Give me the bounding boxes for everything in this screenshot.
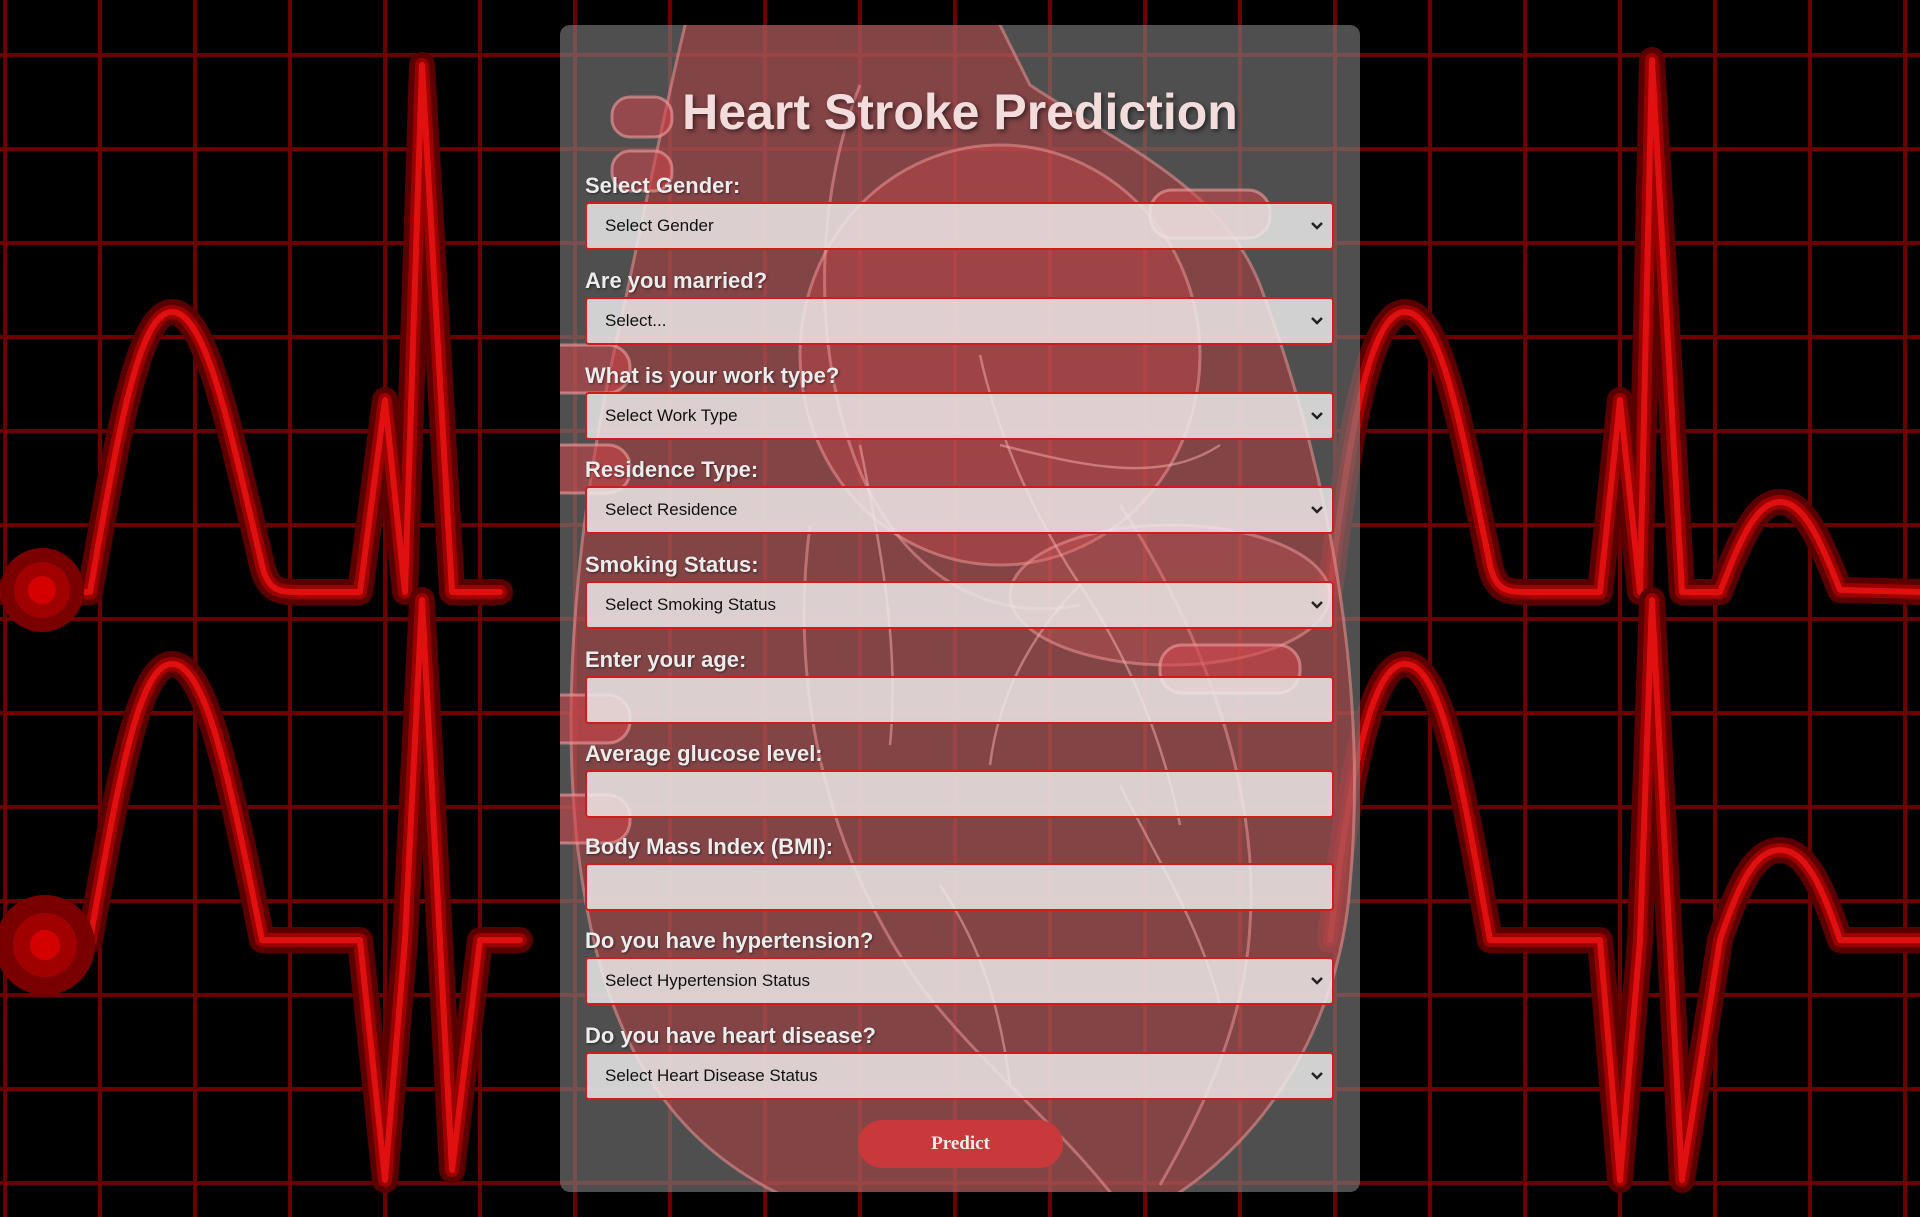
chevron-down-icon bbox=[1311, 222, 1323, 230]
glucose-input[interactable] bbox=[585, 770, 1334, 818]
age-input[interactable] bbox=[585, 676, 1334, 724]
hypertension-select[interactable]: Select Hypertension Status bbox=[585, 957, 1334, 1005]
bmi-label: Body Mass Index (BMI): bbox=[585, 834, 834, 859]
chevron-down-icon bbox=[1311, 412, 1323, 420]
predict-button[interactable]: Predict bbox=[858, 1120, 1063, 1168]
form-content: Heart Stroke Prediction Select Gender: S… bbox=[560, 25, 1360, 1192]
heart-disease-select[interactable]: Select Heart Disease Status bbox=[585, 1052, 1334, 1100]
bmi-input[interactable] bbox=[585, 863, 1334, 911]
glucose-label: Average glucose level: bbox=[585, 741, 823, 766]
married-label: Are you married? bbox=[585, 268, 768, 293]
chevron-down-icon bbox=[1311, 601, 1323, 609]
gender-select-value: Select Gender bbox=[605, 216, 714, 235]
residence-select-value: Select Residence bbox=[605, 500, 738, 519]
ecg-dot-upper bbox=[0, 548, 84, 632]
prediction-form-card: Heart Stroke Prediction Select Gender: S… bbox=[560, 25, 1360, 1192]
chevron-down-icon bbox=[1311, 317, 1323, 325]
hypertension-select-value: Select Hypertension Status bbox=[605, 971, 811, 990]
work-type-select[interactable]: Select Work Type bbox=[585, 392, 1334, 440]
ecg-dot-lower bbox=[0, 895, 95, 995]
married-select-value: Select... bbox=[605, 311, 667, 330]
work-type-label: What is your work type? bbox=[585, 363, 840, 388]
page-title: Heart Stroke Prediction bbox=[682, 84, 1238, 140]
gender-label: Select Gender: bbox=[585, 173, 741, 198]
heart-disease-label: Do you have heart disease? bbox=[585, 1023, 876, 1048]
smoking-select-value: Select Smoking Status bbox=[605, 595, 777, 614]
smoking-select[interactable]: Select Smoking Status bbox=[585, 581, 1334, 629]
hypertension-label: Do you have hypertension? bbox=[585, 928, 874, 953]
chevron-down-icon bbox=[1311, 506, 1323, 514]
smoking-label: Smoking Status: bbox=[585, 552, 759, 577]
married-select[interactable]: Select... bbox=[585, 297, 1334, 345]
residence-label: Residence Type: bbox=[585, 457, 759, 482]
gender-select[interactable]: Select Gender bbox=[585, 202, 1334, 250]
chevron-down-icon bbox=[1311, 977, 1323, 985]
residence-select[interactable]: Select Residence bbox=[585, 486, 1334, 534]
age-label: Enter your age: bbox=[585, 647, 747, 672]
heart-disease-select-value: Select Heart Disease Status bbox=[605, 1066, 818, 1085]
chevron-down-icon bbox=[1311, 1072, 1323, 1080]
work-type-select-value: Select Work Type bbox=[605, 406, 738, 425]
